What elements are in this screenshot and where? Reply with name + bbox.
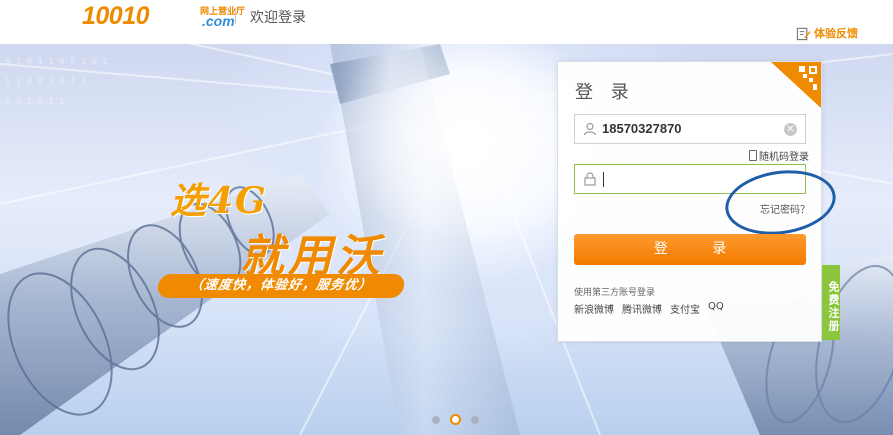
user-icon — [583, 122, 597, 136]
feedback-link[interactable]: 体验反馈 — [796, 25, 858, 41]
third-party-link-sina-weibo[interactable]: 新浪微博 — [574, 301, 614, 316]
logo-number: 10010 — [82, 2, 150, 30]
carousel-dot-3[interactable] — [471, 415, 479, 424]
third-party-link-tencent-weibo[interactable]: 腾讯微博 — [622, 301, 662, 316]
third-party-link-alipay[interactable]: 支付宝 — [670, 301, 700, 316]
carousel-indicators — [432, 414, 479, 425]
login-panel: 登 录 18570327870 ✕ 随机码登录 忘记密码？ 登 录 使用第三方账… — [557, 61, 840, 342]
random-code-login-label: 随机码登录 — [759, 152, 809, 163]
svg-text:0 0 1 0 1 1: 0 0 1 0 1 1 — [5, 97, 65, 107]
site-header: 10010 网上营业厅 .com 欢迎登录 体验反馈 — [0, 0, 893, 44]
text-cursor — [603, 172, 604, 187]
carousel-dot-1[interactable] — [432, 415, 440, 424]
slogan-line1: 选4G — [170, 180, 268, 222]
free-register-tab[interactable]: 免费注册 — [822, 265, 840, 340]
login-button[interactable]: 登 录 — [574, 234, 806, 265]
svg-text:1 1 0 0 1 0 1 1: 1 1 0 0 1 0 1 1 — [5, 77, 86, 87]
third-party-links: 新浪微博 腾讯微博 支付宝 QQ — [574, 301, 724, 316]
lock-icon — [584, 172, 596, 186]
carousel-dot-2[interactable] — [450, 414, 461, 425]
edit-note-icon — [796, 27, 811, 40]
qr-code-corner-icon[interactable] — [771, 62, 821, 108]
login-title: 登 录 — [575, 82, 635, 103]
username-field[interactable]: 18570327870 ✕ — [574, 114, 806, 144]
logo-suffix: .com — [202, 13, 235, 29]
third-party-link-qq[interactable]: QQ — [708, 301, 724, 316]
random-code-login-link[interactable]: 随机码登录 — [749, 148, 809, 163]
third-party-login-title: 使用第三方账号登录 — [574, 288, 656, 298]
header-divider — [235, 8, 236, 24]
welcome-text: 欢迎登录 — [250, 10, 306, 26]
slogan-tagline: （速度快，体验好，服务优） — [156, 274, 406, 298]
svg-text:0 1 0 1 1 0 0 1 0 1: 0 1 0 1 1 0 0 1 0 1 — [5, 57, 108, 67]
clear-icon[interactable]: ✕ — [784, 123, 797, 136]
phone-icon — [749, 150, 757, 161]
feedback-label: 体验反馈 — [814, 27, 858, 40]
username-value: 18570327870 — [602, 121, 682, 136]
promo-banner[interactable]: 0 1 0 1 1 0 0 1 0 1 1 1 0 0 1 0 1 1 0 0 … — [0, 44, 893, 435]
